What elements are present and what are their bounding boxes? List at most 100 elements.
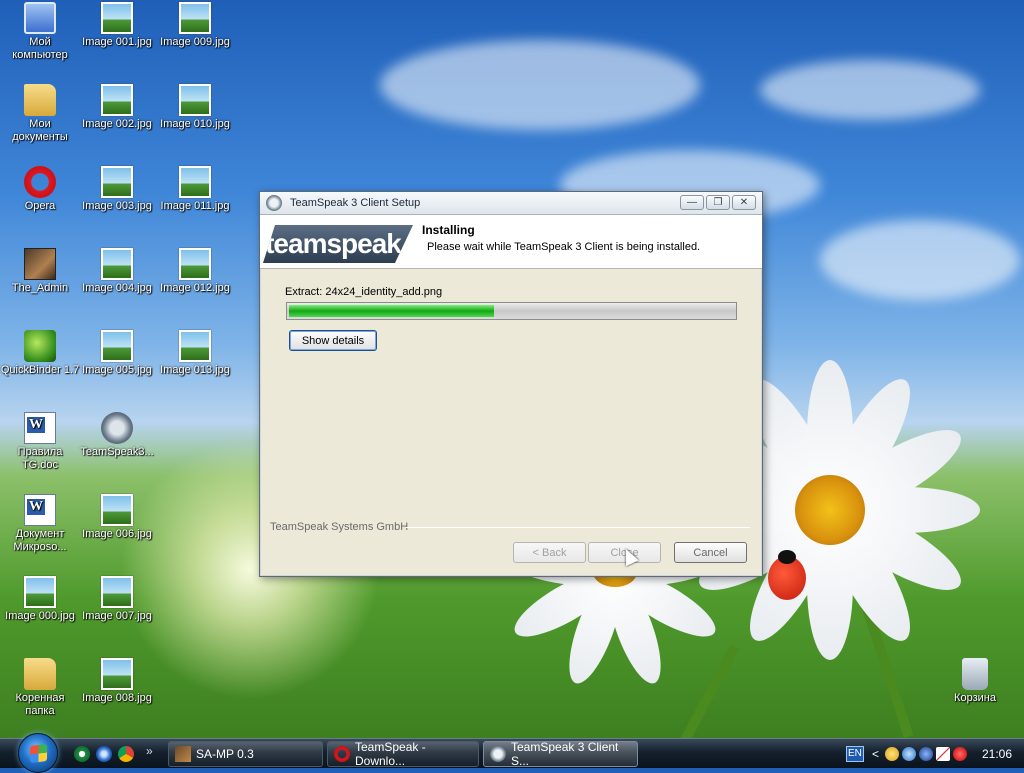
desktop-icon-label: Image 003.jpg: [82, 200, 152, 212]
desktop-icon-label: Image 006.jpg: [82, 528, 152, 540]
desktop-icon-recycle-bin[interactable]: Корзина: [935, 658, 1015, 705]
progress-fill: [289, 305, 494, 317]
desktop-icon-my-documents[interactable]: Мои документы: [0, 84, 80, 144]
desktop-icon-image-007[interactable]: Image 007.jpg: [77, 576, 157, 623]
maximize-button[interactable]: ❐: [706, 195, 730, 210]
desktop-icon-teamspeak3[interactable]: TeamSpeak3...: [77, 412, 157, 459]
desktop-icon-image-000[interactable]: Image 000.jpg: [0, 576, 80, 623]
cloud: [380, 40, 700, 130]
desktop-icon-label: Image 013.jpg: [160, 364, 230, 376]
image-icon: [179, 248, 211, 280]
image-icon: [101, 658, 133, 690]
network-tray-icon[interactable]: [901, 747, 916, 761]
image-icon: [101, 576, 133, 608]
desktop-icon-image-003[interactable]: Image 003.jpg: [77, 166, 157, 213]
smiley-tray-icon[interactable]: [884, 747, 899, 761]
window-controls: — ❐ ✕: [680, 195, 756, 210]
desktop-icon-label: Image 011.jpg: [160, 200, 230, 212]
chrome-icon[interactable]: [118, 746, 134, 762]
footer-divider: [406, 527, 750, 528]
desktop-icon-label: Opera: [24, 200, 56, 212]
tray-expand-arrow[interactable]: <: [872, 747, 879, 761]
setup-dialog: TeamSpeak 3 Client Setup — ❐ ✕ teamspeak…: [259, 191, 763, 577]
desktop-icon-label: Правила TG.doc: [17, 446, 63, 471]
start-button[interactable]: [18, 733, 58, 773]
ladybug: [768, 550, 806, 600]
computer-icon: [24, 2, 56, 34]
task-label: TeamSpeak - Downlo...: [355, 740, 426, 768]
folder-icon: [24, 84, 56, 116]
image-icon: [179, 330, 211, 362]
task-teamspeak-setup[interactable]: TeamSpeak 3 Client S...: [483, 740, 638, 768]
back-button[interactable]: < Back: [513, 542, 586, 563]
globe-tray-icon[interactable]: [918, 747, 933, 761]
image-icon: [179, 166, 211, 198]
image-icon: [179, 84, 211, 116]
desktop-icon-image-010[interactable]: Image 010.jpg: [155, 84, 235, 131]
quickbinder-icon: [24, 330, 56, 362]
desktop-icon-root-folder[interactable]: Коренная папка: [0, 658, 80, 718]
dialog-title: TeamSpeak 3 Client Setup: [290, 197, 421, 209]
task-label: TeamSpeak 3 Client S...: [511, 740, 619, 768]
desktop-icon-opera[interactable]: Opera: [0, 166, 80, 213]
desktop-icon-my-computer[interactable]: Мой компьютер: [0, 2, 80, 62]
cancel-button[interactable]: Cancel: [674, 542, 747, 563]
desktop-icon-label: Корзина: [954, 692, 996, 704]
teamspeak-icon: [266, 195, 282, 211]
desktop-icon-label: Image 002.jpg: [82, 118, 152, 130]
minimize-button[interactable]: —: [680, 195, 704, 210]
image-icon: [101, 84, 133, 116]
show-details-button[interactable]: Show details: [289, 330, 377, 351]
cloud: [820, 220, 1020, 300]
desktop-icon-word-document[interactable]: Документ Микрoso...: [0, 494, 80, 554]
stop-tray-icon[interactable]: [952, 747, 967, 761]
desktop-icon-image-011[interactable]: Image 011.jpg: [155, 166, 235, 213]
teamspeak-logo: teamspeak: [263, 225, 413, 263]
task-samp[interactable]: SA-MP 0.3: [168, 741, 323, 767]
task-opera[interactable]: TeamSpeak - Downlo...: [327, 740, 479, 768]
clock[interactable]: 21:06: [982, 747, 1012, 761]
desktop-icon-image-001[interactable]: Image 001.jpg: [77, 2, 157, 49]
desktop-icon-label: Image 007.jpg: [82, 610, 152, 622]
image-icon: [101, 248, 133, 280]
image-icon: [179, 2, 211, 34]
desktop-icon-the-admin[interactable]: The_Admin: [0, 248, 80, 295]
volume-muted-tray-icon[interactable]: [935, 747, 950, 761]
image-icon: [24, 576, 56, 608]
task-label: SA-MP 0.3: [196, 747, 254, 761]
desktop-icon-quickbinder[interactable]: QuickBinder 1.7: [0, 330, 80, 377]
opera-icon: [24, 166, 56, 198]
desktop-icon-label: Коренная папка: [15, 692, 65, 717]
install-progress-bar: [286, 302, 737, 320]
close-window-button[interactable]: ✕: [732, 195, 756, 210]
desktop-icon-image-012[interactable]: Image 012.jpg: [155, 248, 235, 295]
dialog-titlebar[interactable]: TeamSpeak 3 Client Setup — ❐ ✕: [260, 192, 762, 215]
taskbar: » SA-MP 0.3 TeamSpeak - Downlo... TeamSp…: [0, 733, 1024, 773]
desktop-icon-label: Image 000.jpg: [5, 610, 75, 622]
desktop-icon-rules-doc[interactable]: Правила TG.doc: [0, 412, 80, 472]
image-icon: [101, 330, 133, 362]
quicklaunch-more[interactable]: »: [146, 744, 153, 758]
dialog-header: teamspeak Installing Please wait while T…: [260, 215, 762, 269]
desktop-icon-label: Image 009.jpg: [160, 36, 230, 48]
utorrent-icon[interactable]: [74, 746, 90, 762]
desktop-icon-label: Image 008.jpg: [82, 692, 152, 704]
ie-icon[interactable]: [96, 746, 112, 762]
desktop-icon-image-005[interactable]: Image 005.jpg: [77, 330, 157, 377]
desktop-icon-image-008[interactable]: Image 008.jpg: [77, 658, 157, 705]
desktop-icon-label: Image 005.jpg: [82, 364, 152, 376]
language-indicator[interactable]: EN: [845, 746, 864, 762]
desktop-icon-label: QuickBinder 1.7: [0, 364, 80, 376]
dialog-body: Extract: 24x24_identity_add.png Show det…: [260, 270, 762, 576]
teamspeak-icon: [101, 412, 133, 444]
cloud: [760, 60, 980, 120]
desktop-icon-image-009[interactable]: Image 009.jpg: [155, 2, 235, 49]
desktop-icon-image-006[interactable]: Image 006.jpg: [77, 494, 157, 541]
extract-status: Extract: 24x24_identity_add.png: [285, 286, 443, 298]
avatar-icon: [24, 248, 56, 280]
desktop-icon-label: The_Admin: [11, 282, 69, 294]
desktop-icon-image-004[interactable]: Image 004.jpg: [77, 248, 157, 295]
desktop-icon-image-002[interactable]: Image 002.jpg: [77, 84, 157, 131]
image-icon: [101, 2, 133, 34]
desktop-icon-image-013[interactable]: Image 013.jpg: [155, 330, 235, 377]
